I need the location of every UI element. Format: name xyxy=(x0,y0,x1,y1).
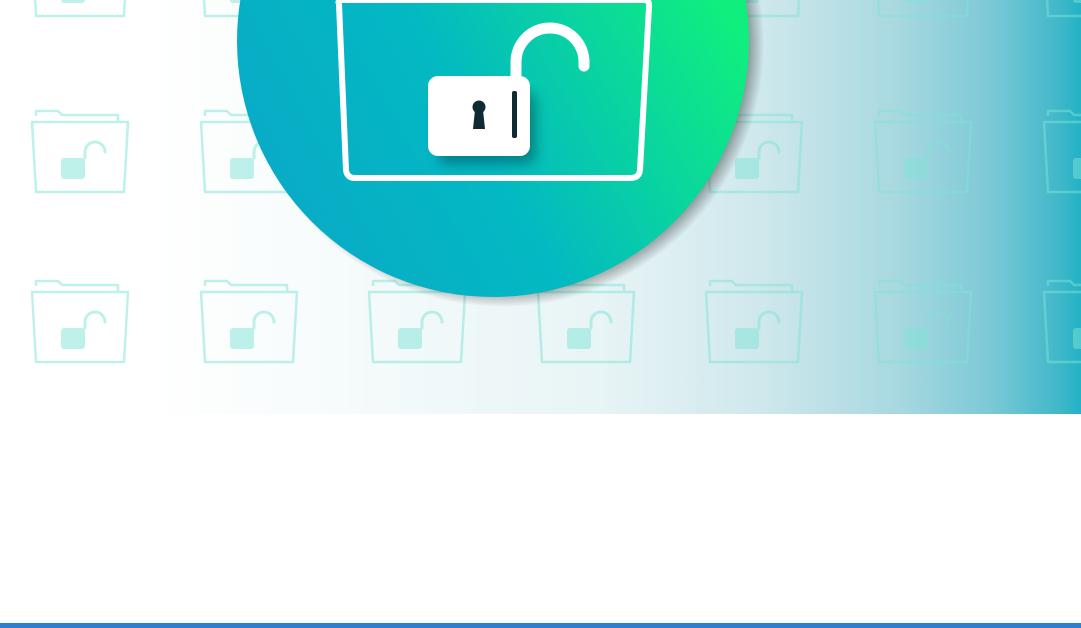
open-padlock-icon xyxy=(428,76,530,156)
hero-banner xyxy=(0,0,1081,414)
page xyxy=(0,0,1081,628)
bottom-accent-bar xyxy=(0,623,1081,628)
content-area xyxy=(0,414,1081,623)
unlocked-folder-badge xyxy=(237,0,764,307)
